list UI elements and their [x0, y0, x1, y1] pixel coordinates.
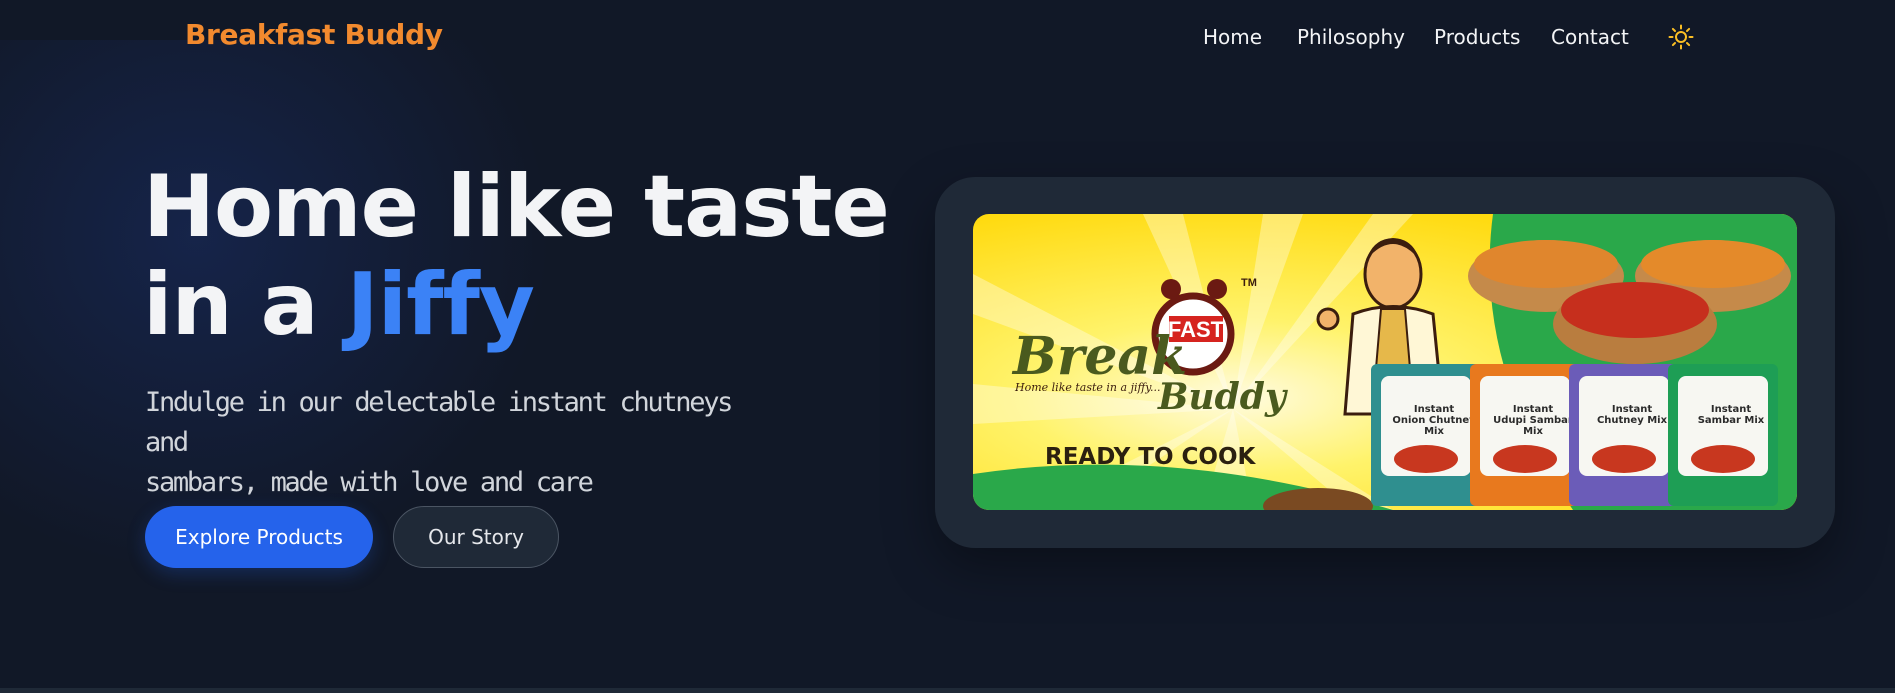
pouch-label: Chutney Mix [1597, 415, 1668, 426]
banner-ready-to-cook: READY TO COOK [1045, 444, 1257, 470]
product-pouch: InstantChutney Mix [1569, 364, 1679, 506]
pouch-label: Mix [1523, 426, 1543, 437]
pouch-label: Instant [1711, 404, 1751, 415]
our-story-button[interactable]: Our Story [393, 506, 559, 568]
pouch-label: Instant [1414, 404, 1454, 415]
pouch-label: Onion Chutney [1392, 415, 1476, 426]
hero-subheading: Indulge in our delectable instant chutne… [145, 383, 765, 503]
navbar: Breakfast Buddy Home Philosophy Products… [0, 0, 1895, 74]
banner-logo-buddy: Buddy [1157, 376, 1288, 418]
nav-link-products[interactable]: Products [1434, 25, 1520, 49]
nav-link-philosophy[interactable]: Philosophy [1297, 25, 1405, 49]
subheading-line-1: Indulge in our delectable instant chutne… [145, 387, 733, 458]
sun-icon [1668, 24, 1694, 50]
product-pouch: InstantOnion ChutneyMix [1371, 364, 1481, 506]
subheading-line-2: sambars, made with love and care [145, 467, 594, 498]
product-pouch: InstantSambar Mix [1668, 364, 1778, 506]
pouch-label: Instant [1513, 404, 1553, 415]
pouch-label: Udupi Sambar [1493, 415, 1573, 426]
headline-line-1: Home like taste [143, 157, 890, 257]
product-banner-image: FAST TM Break Buddy Home like taste in a… [973, 214, 1797, 510]
brand-logo[interactable]: Breakfast Buddy [185, 18, 443, 51]
product-pouch: InstantUdupi SambarMix [1470, 364, 1580, 506]
banner-logo-tm: TM [1241, 277, 1257, 289]
banner-tagline: Home like taste in a jiffy... [1014, 381, 1161, 394]
pouch-label: Sambar Mix [1698, 415, 1765, 426]
section-divider [0, 688, 1895, 693]
hero-headline: Home like taste in a Jiffy [143, 157, 890, 355]
theme-toggle-button[interactable] [1668, 24, 1694, 50]
pouch-label: Instant [1612, 404, 1652, 415]
pouch-label: Mix [1424, 426, 1444, 437]
headline-accent: Jiffy [346, 255, 535, 355]
nav-link-contact[interactable]: Contact [1551, 25, 1629, 49]
nav-link-home[interactable]: Home [1203, 25, 1262, 49]
headline-line-2-prefix: in a [143, 255, 347, 355]
explore-products-button[interactable]: Explore Products [145, 506, 373, 568]
